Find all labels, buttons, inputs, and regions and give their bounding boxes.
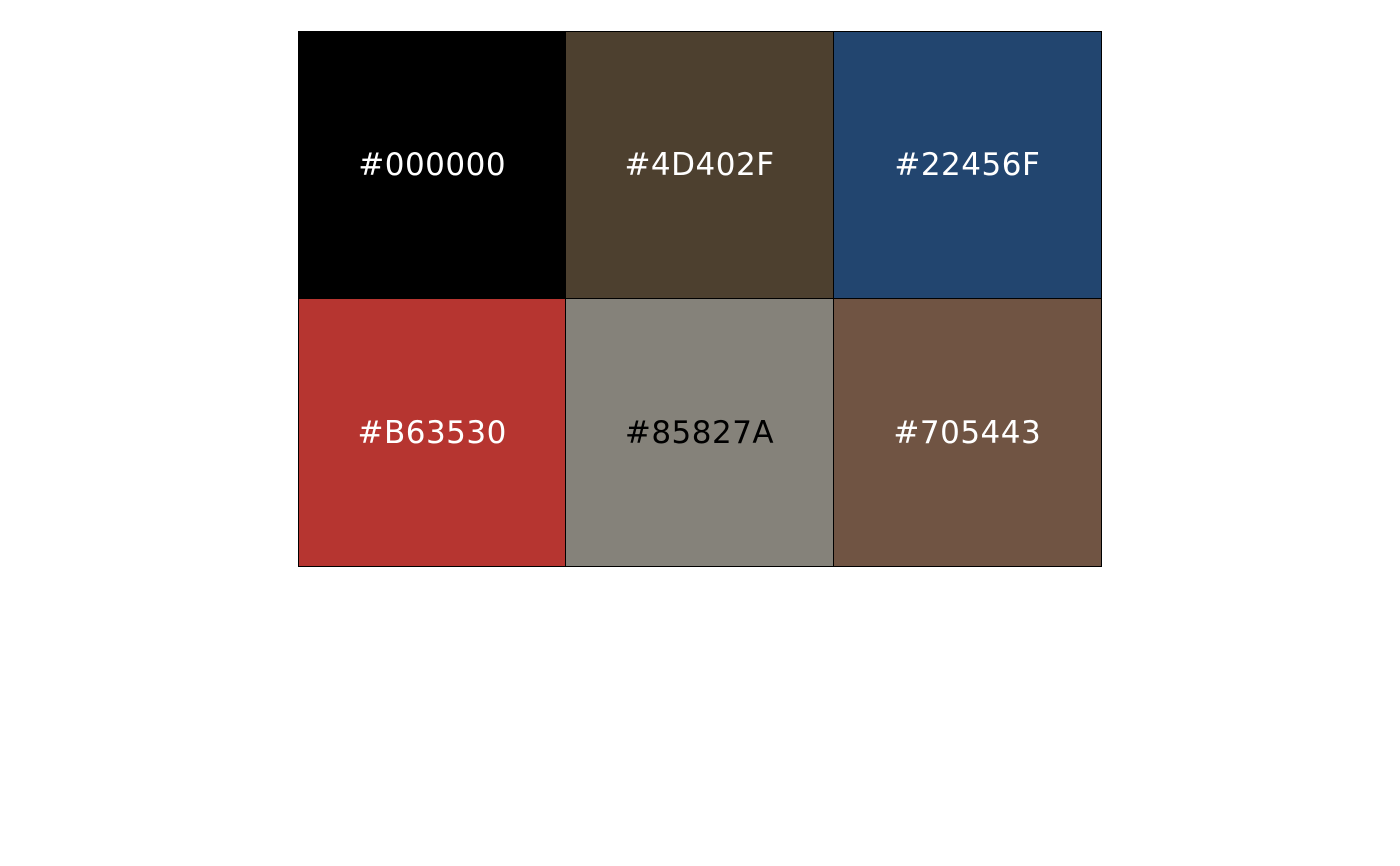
swatch-hex-label: #705443 [893, 414, 1042, 451]
color-palette-grid: #000000 #4D402F #22456F #B63530 #85827A … [298, 31, 1102, 567]
color-swatch: #000000 [299, 32, 567, 299]
color-swatch: #B63530 [299, 299, 567, 566]
color-swatch: #22456F [833, 32, 1101, 299]
swatch-hex-label: #85827A [624, 414, 775, 451]
swatch-hex-label: #B63530 [357, 414, 507, 451]
swatch-hex-label: #4D402F [624, 147, 775, 183]
swatch-hex-label: #22456F [894, 147, 1041, 183]
color-swatch: #85827A [566, 299, 834, 566]
color-swatch: #705443 [833, 299, 1101, 566]
swatch-hex-label: #000000 [358, 147, 507, 183]
color-swatch: #4D402F [566, 32, 834, 299]
